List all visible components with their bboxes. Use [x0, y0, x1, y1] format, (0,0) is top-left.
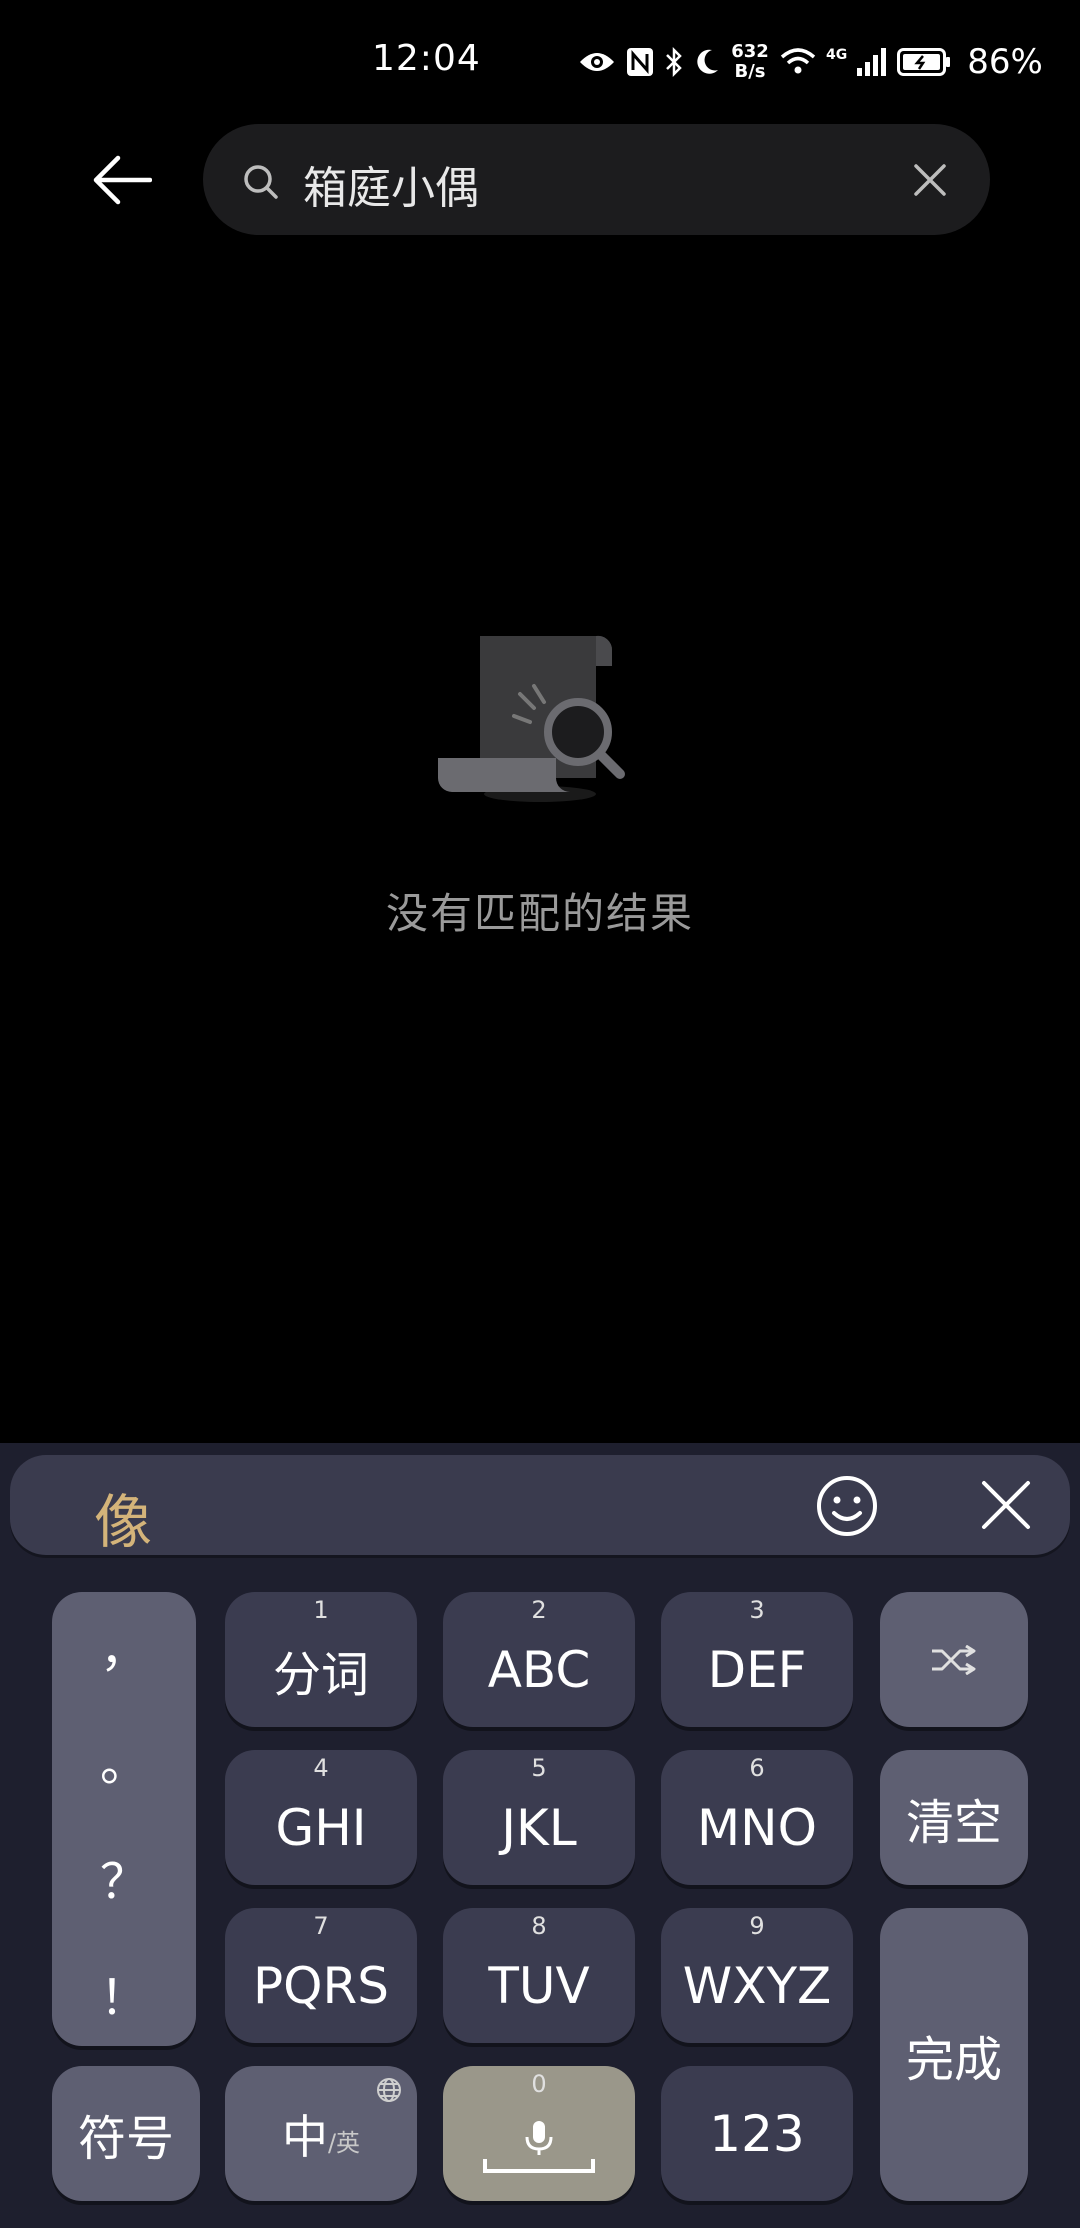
key-label: 分词: [272, 1646, 369, 1703]
net-speed-value: 632: [731, 41, 769, 62]
key-4[interactable]: 4 GHI: [225, 1750, 417, 1885]
key-3[interactable]: 3 DEF: [661, 1592, 853, 1727]
moon-icon: [697, 49, 718, 74]
battery-icon: [897, 48, 951, 76]
eye-icon: [580, 53, 614, 71]
key-6[interactable]: 6 MNO: [661, 1750, 853, 1885]
key-number: 4: [313, 1754, 329, 1782]
lang-main-label: 中: [281, 2109, 328, 2164]
status-icons: 632 B/s 4G 86%: [578, 40, 1043, 84]
bluetooth-icon: [666, 46, 682, 78]
key-label: WXYZ: [682, 1956, 832, 2015]
status-time: 12:04: [372, 38, 481, 79]
punctuation-column[interactable]: ， 。 ？ ！: [52, 1592, 196, 2046]
globe-icon: [377, 2078, 401, 2102]
done-button[interactable]: 完成: [880, 1908, 1028, 2201]
number-mode-button[interactable]: 123: [661, 2066, 853, 2201]
battery-percent: 86%: [967, 42, 1043, 82]
clear-button[interactable]: 清空: [880, 1750, 1028, 1885]
key-8[interactable]: 8 TUV: [443, 1908, 635, 2043]
number-mode-label: 123: [709, 2104, 805, 2163]
document-search-icon: [438, 635, 625, 802]
key-label: DEF: [707, 1640, 807, 1699]
net-speed-unit: B/s: [734, 61, 766, 82]
candidate-word[interactable]: 像: [94, 1475, 152, 1559]
punct-question[interactable]: ？: [52, 1842, 196, 1912]
key-number: 5: [531, 1754, 547, 1782]
shuffle-icon: [932, 1644, 976, 1675]
key-number: 1: [313, 1596, 329, 1624]
key-number: 9: [749, 1912, 765, 1940]
symbol-button[interactable]: 符号: [52, 2066, 200, 2201]
symbol-label: 符号: [77, 2110, 174, 2167]
key-number: 2: [531, 1596, 547, 1624]
back-arrow-icon: [93, 155, 152, 205]
space-key[interactable]: 0: [443, 2066, 635, 2201]
punct-comma[interactable]: ，: [52, 1610, 196, 1680]
collapse-keyboard-button[interactable]: [978, 1477, 1034, 1533]
key-label: MNO: [697, 1798, 817, 1857]
key-number: 0: [531, 2070, 547, 2098]
search-icon: [244, 165, 278, 199]
emoji-button[interactable]: [816, 1475, 878, 1537]
clear-search-button[interactable]: [908, 158, 952, 202]
key-number: 7: [313, 1912, 329, 1940]
close-icon: [914, 164, 946, 196]
emoji-icon: [817, 1476, 877, 1536]
key-5[interactable]: 5 JKL: [443, 1750, 635, 1885]
back-button[interactable]: [86, 148, 158, 212]
keyboard: 像 ， 。 ？ ！ 1 分词 2 ABC 3 DEF 4 GHI 5 JKL 6: [0, 1443, 1080, 2228]
wifi-icon: [780, 48, 816, 74]
candidate-bar: 像: [10, 1455, 1070, 1556]
key-number: 6: [749, 1754, 765, 1782]
punct-exclamation[interactable]: ！: [52, 1958, 196, 2028]
key-2[interactable]: 2 ABC: [443, 1592, 635, 1727]
done-label: 完成: [905, 2031, 1002, 2088]
signal-icon: [857, 48, 887, 76]
microphone-icon: [525, 2120, 553, 2155]
net-speed: 632 B/s: [730, 42, 770, 82]
punct-period[interactable]: 。: [52, 1724, 196, 1794]
shuffle-button[interactable]: [880, 1592, 1028, 1727]
language-switch-button[interactable]: 中 /英: [225, 2066, 417, 2201]
search-bar[interactable]: 箱庭小偶: [203, 124, 990, 235]
network-type: 4G: [826, 47, 848, 63]
lang-sub-label: /英: [327, 2129, 361, 2157]
key-label: JKL: [501, 1798, 577, 1857]
key-7[interactable]: 7 PQRS: [225, 1908, 417, 2043]
clear-label: 清空: [905, 1794, 1002, 1851]
key-label: TUV: [488, 1956, 590, 2015]
key-label: GHI: [275, 1798, 367, 1857]
key-9[interactable]: 9 WXYZ: [661, 1908, 853, 2043]
key-number: 3: [749, 1596, 765, 1624]
search-input[interactable]: 箱庭小偶: [303, 152, 479, 216]
space-bar-icon: [483, 2158, 595, 2173]
key-label: ABC: [487, 1640, 591, 1699]
nfc-icon: [627, 48, 653, 76]
close-icon: [982, 1481, 1030, 1529]
key-label: PQRS: [253, 1956, 389, 2015]
empty-message: 没有匹配的结果: [385, 889, 694, 938]
key-number: 8: [531, 1912, 547, 1940]
key-1[interactable]: 1 分词: [225, 1592, 417, 1727]
